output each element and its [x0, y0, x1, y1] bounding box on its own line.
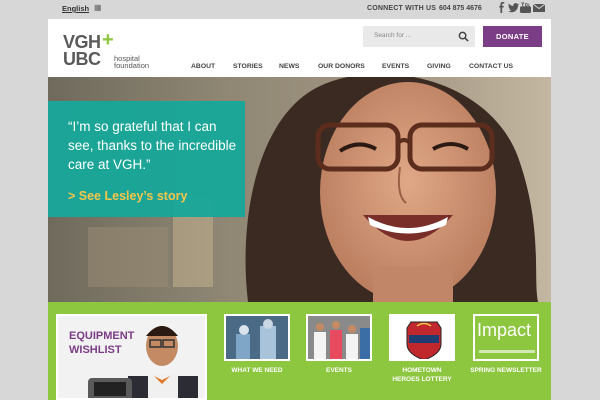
- what-we-need-tile[interactable]: [224, 314, 290, 361]
- lottery-label[interactable]: HOMETOWN HEROES LOTTERY: [377, 366, 467, 384]
- connect-label: CONNECT WITH US: [367, 5, 437, 12]
- youtube-icon[interactable]: [520, 2, 531, 13]
- vgh-ubc-logo[interactable]: VGH + UBC hospital foundation: [63, 29, 163, 70]
- facebook-icon[interactable]: [496, 2, 507, 13]
- email-icon[interactable]: [533, 2, 545, 13]
- newsletter-tile[interactable]: Impact: [473, 314, 539, 361]
- lottery-tile[interactable]: [389, 314, 455, 361]
- nav-our-donors[interactable]: OUR DONORS: [318, 63, 365, 70]
- nav-about[interactable]: ABOUT: [191, 63, 215, 70]
- language-link[interactable]: English: [62, 4, 89, 13]
- grid-icon[interactable]: ▦: [94, 3, 102, 12]
- search-icon[interactable]: [458, 31, 469, 42]
- site-header: VGH + UBC hospital foundation Search for…: [48, 19, 551, 77]
- phone-number[interactable]: 604 875 4676: [439, 5, 482, 12]
- nav-news[interactable]: NEWS: [279, 63, 299, 70]
- utility-bar: English ▦ CONNECT WITH US 604 875 4676: [0, 0, 600, 19]
- events-photo: [308, 316, 370, 359]
- newsletter-underline: [479, 350, 535, 353]
- heroes-lottery-logo: [406, 321, 442, 359]
- events-tile[interactable]: [306, 314, 372, 361]
- logo-ubc-text: UBC: [63, 49, 101, 69]
- donate-button[interactable]: DONATE: [483, 26, 542, 47]
- logo-foundation-text: foundation: [114, 61, 150, 70]
- hero-quote: “I’m so grateful that I can see, thanks …: [68, 119, 237, 172]
- equipment-wishlist-card[interactable]: EQUIPMENT WISHLIST: [56, 314, 207, 400]
- nav-events[interactable]: EVENTS: [382, 63, 409, 70]
- wishlist-title: EQUIPMENT WISHLIST: [69, 329, 134, 357]
- feature-band: EQUIPMENT WISHLIST WHAT WE NEED EVENTS HO…: [48, 302, 551, 400]
- nav-stories[interactable]: STORIES: [233, 63, 263, 70]
- search-placeholder: Search for ...: [374, 32, 412, 39]
- see-story-link[interactable]: > See Lesley’s story: [68, 189, 187, 203]
- lottery-label-line1: HOMETOWN: [402, 367, 442, 374]
- surgery-photo: [226, 316, 288, 359]
- search-field[interactable]: Search for ...: [363, 26, 475, 47]
- newsletter-label[interactable]: SPRING NEWSLETTER: [461, 366, 551, 375]
- nav-contact-us[interactable]: CONTACT US: [469, 63, 513, 70]
- wishlist-line2: WISHLIST: [69, 344, 122, 356]
- wishlist-line1: EQUIPMENT: [69, 330, 135, 342]
- twitter-icon[interactable]: [508, 2, 519, 13]
- lottery-label-line2: HEROES LOTTERY: [392, 376, 452, 383]
- what-we-need-label[interactable]: WHAT WE NEED: [212, 366, 302, 375]
- events-label[interactable]: EVENTS: [294, 366, 384, 375]
- nav-giving[interactable]: GIVING: [427, 63, 451, 70]
- hero-banner[interactable]: “I’m so grateful that I can see, thanks …: [48, 77, 551, 302]
- plus-icon: +: [102, 29, 114, 51]
